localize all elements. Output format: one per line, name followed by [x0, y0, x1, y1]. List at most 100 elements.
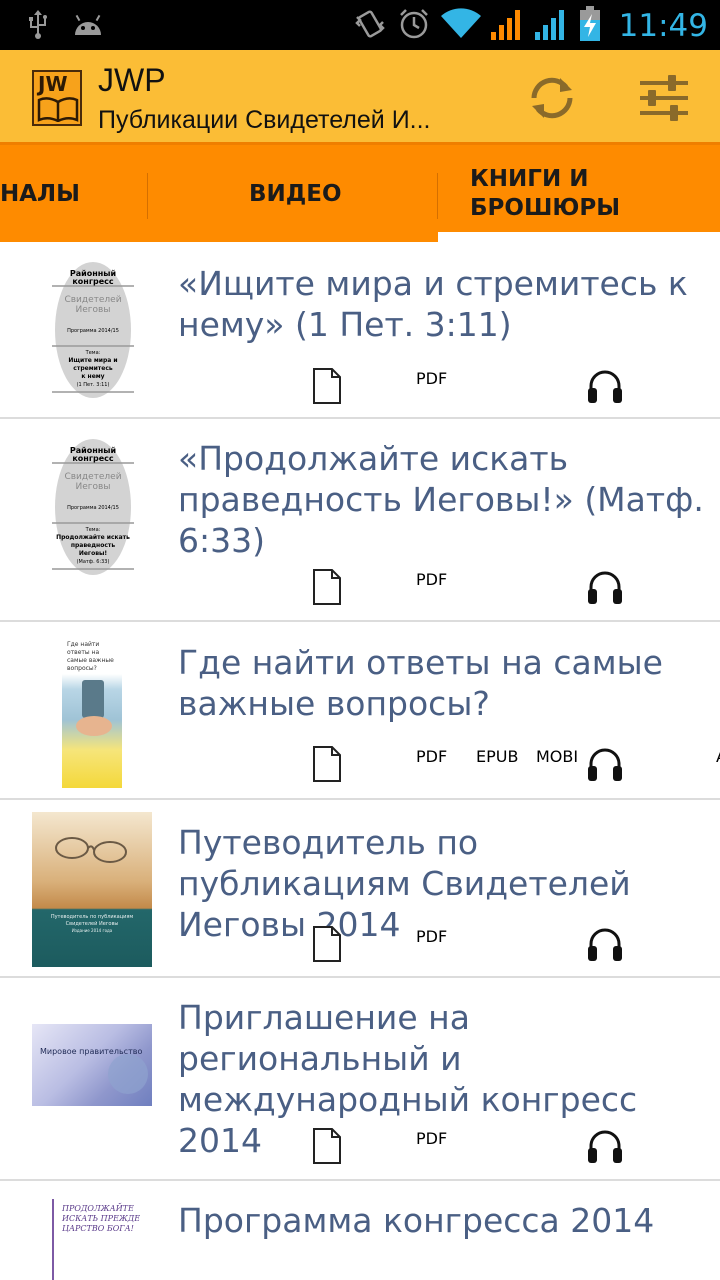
publication-cover: Мировое правительство — [32, 1024, 152, 1106]
document-icon[interactable] — [312, 368, 342, 408]
battery-charging-icon — [579, 6, 601, 46]
format-row: PDF — [312, 926, 712, 966]
app-logo-text: JW — [38, 72, 68, 96]
svg-text:конгресс: конгресс — [72, 277, 114, 286]
svg-text:Тема:: Тема: — [85, 527, 101, 533]
document-icon[interactable] — [312, 926, 342, 966]
svg-text:конгресс: конгресс — [72, 454, 114, 463]
publication-title: «Ищите мира и стремитесь к нему» (1 Пет.… — [178, 264, 688, 344]
tab-label: НАЛЫ — [0, 180, 80, 207]
list-item[interactable]: ПРОДОЛЖАЙТЕ ИСКАТЬ ПРЕЖДЕ ЦАРСТВО БОГА! … — [0, 1181, 720, 1280]
publication-title: Программа конгресса 2014 — [178, 1201, 655, 1240]
format-pdf-button[interactable]: PDF — [416, 927, 447, 946]
list-item[interactable]: Путеводитель по публикациям Свидетелей И… — [0, 800, 720, 978]
svg-text:(Матф. 6:33): (Матф. 6:33) — [77, 559, 110, 565]
svg-text:к нему: к нему — [81, 373, 104, 380]
publication-title: Где найти ответы на самые важные вопросы… — [178, 643, 663, 723]
svg-text:ПРОДОЛЖАЙТЕ: ПРОДОЛЖАЙТЕ — [61, 1203, 134, 1213]
publication-cover: Районный конгресс Свидетелей Иеговы Прог… — [52, 260, 134, 400]
action-bar: JW JWP Публикации Свидетелей И... — [0, 50, 720, 142]
format-row: PDF — [312, 368, 712, 408]
tab-books-brochures[interactable]: КНИГИ И БРОШЮРЫ — [470, 145, 670, 242]
publication-cover: ПРОДОЛЖАЙТЕ ИСКАТЬ ПРЕЖДЕ ЦАРСТВО БОГА! — [52, 1199, 142, 1280]
globe-illustration — [108, 1054, 148, 1094]
headphones-icon[interactable] — [586, 569, 624, 609]
svg-text:вопросы?: вопросы? — [67, 665, 97, 672]
svg-text:ИСКАТЬ ПРЕЖДЕ: ИСКАТЬ ПРЕЖДЕ — [61, 1214, 140, 1223]
svg-text:праведность: праведность — [71, 542, 116, 549]
svg-text:Свидетелей Иеговы: Свидетелей Иеговы — [66, 920, 119, 927]
app-title: JWP — [98, 62, 166, 98]
format-pdf-button[interactable]: PDF — [416, 369, 447, 388]
list-item[interactable]: Где найти ответы на самые важные вопросы… — [0, 622, 720, 800]
tab-divider — [147, 173, 148, 219]
format-row: PDF — [312, 1128, 712, 1168]
format-pdf-button[interactable]: PDF — [416, 570, 447, 589]
svg-text:Программа 2014/15: Программа 2014/15 — [67, 328, 119, 334]
document-icon[interactable] — [312, 1128, 342, 1168]
status-bar: 11:49 — [0, 0, 720, 50]
svg-text:стремитесь: стремитесь — [73, 365, 113, 372]
svg-text:ответы на: ответы на — [67, 649, 99, 656]
svg-text:Издание 2014 года: Издание 2014 года — [72, 928, 113, 933]
book-icon — [37, 97, 79, 122]
settings-button[interactable] — [636, 70, 692, 126]
refresh-button[interactable] — [524, 70, 580, 126]
format-pdf-button[interactable]: PDF — [416, 1129, 447, 1148]
hand-illustration — [76, 716, 112, 736]
headphones-icon[interactable] — [586, 1128, 624, 1168]
svg-text:Иеговы: Иеговы — [76, 305, 111, 315]
tab-channels[interactable]: НАЛЫ — [0, 145, 80, 242]
signal-icon — [490, 8, 525, 44]
app-subtitle: Публикации Свидетелей И... — [98, 106, 431, 134]
app-logo[interactable]: JW — [32, 70, 82, 126]
publication-list: Районный конгресс Свидетелей Иеговы Прог… — [0, 242, 720, 1280]
vibrate-icon — [353, 7, 387, 45]
list-item[interactable]: Районный конгресс Свидетелей Иеговы Прог… — [0, 419, 720, 622]
svg-text:(1 Пет. 3:11): (1 Пет. 3:11) — [77, 382, 110, 388]
android-icon — [72, 13, 104, 41]
svg-text:Путеводитель по публикациям: Путеводитель по публикациям — [51, 914, 134, 920]
svg-text:Ищите мира и: Ищите мира и — [68, 357, 117, 364]
svg-text:Иеговы: Иеговы — [76, 482, 111, 492]
active-tab-indicator — [438, 232, 720, 242]
tab-label: ВИДЕО — [249, 180, 342, 207]
headphones-icon[interactable] — [586, 368, 624, 408]
alarm-icon — [397, 7, 431, 45]
tab-label: КНИГИ И БРОШЮРЫ — [470, 165, 621, 221]
svg-text:самые важные: самые важные — [67, 657, 114, 664]
glasses-illustration — [55, 837, 89, 859]
svg-text:Иеговы!: Иеговы! — [79, 550, 107, 557]
svg-text:Продолжайте искать: Продолжайте искать — [56, 534, 130, 541]
format-epub-button[interactable]: EPUB — [476, 747, 518, 766]
publication-cover: Путеводитель по публикациям Свидетелей И… — [32, 812, 152, 967]
svg-text:Свидетелей: Свидетелей — [64, 472, 121, 482]
headphones-icon[interactable] — [586, 746, 624, 786]
format-row: PDF EPUB MOBI AAC — [312, 746, 720, 786]
svg-text:Где найти: Где найти — [67, 641, 99, 648]
svg-text:Свидетелей: Свидетелей — [64, 295, 121, 305]
refresh-icon — [531, 77, 573, 119]
format-pdf-button[interactable]: PDF — [416, 747, 447, 766]
format-row: PDF — [312, 569, 712, 609]
svg-text:Тема:: Тема: — [85, 350, 101, 356]
phone-illustration — [82, 680, 104, 718]
list-item[interactable]: Мировое правительство Приглашение на рег… — [0, 978, 720, 1181]
svg-text:ЦАРСТВО БОГА!: ЦАРСТВО БОГА! — [62, 1224, 134, 1233]
tab-video[interactable]: ВИДЕО — [249, 145, 342, 242]
format-mobi-button[interactable]: MOBI — [536, 747, 578, 766]
wifi-icon — [440, 8, 481, 44]
usb-icon — [26, 10, 50, 44]
headphones-icon[interactable] — [586, 926, 624, 966]
document-icon[interactable] — [312, 746, 342, 786]
publication-cover: Районный конгресс Свидетелей Иеговы Прог… — [52, 437, 134, 577]
format-aac-button[interactable]: AAC — [716, 747, 720, 766]
publication-cover: Где найти ответы на самые важные вопросы… — [62, 636, 122, 788]
document-icon[interactable] — [312, 569, 342, 609]
list-item[interactable]: Районный конгресс Свидетелей Иеговы Прог… — [0, 242, 720, 419]
tab-divider — [437, 173, 438, 219]
tab-bar: НАЛЫ ВИДЕО КНИГИ И БРОШЮРЫ — [0, 142, 720, 242]
settings-sliders-icon — [640, 75, 688, 121]
publication-title: «Продолжайте искать праведность Иеговы!»… — [178, 439, 704, 560]
clock: 11:49 — [618, 8, 708, 44]
